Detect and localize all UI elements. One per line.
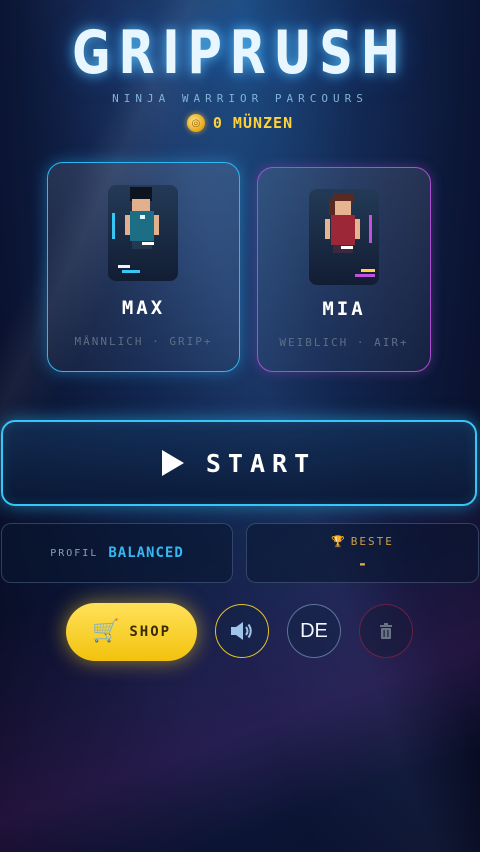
best-score-panel: 🏆 BESTE - xyxy=(246,523,479,583)
ninja-female-sprite xyxy=(325,193,375,277)
reset-button[interactable] xyxy=(359,604,413,658)
coin-count-label: 0 MÜNZEN xyxy=(212,114,294,132)
character-card-mia[interactable]: MIA WEIBLICH · AIR+ xyxy=(257,167,431,372)
trophy-icon: 🏆 xyxy=(331,535,345,548)
coin-icon: ◎ xyxy=(186,114,205,132)
trash-icon xyxy=(380,623,392,639)
shop-label: SHOP xyxy=(129,624,172,640)
sound-toggle-button[interactable] xyxy=(215,604,269,658)
speaker-icon xyxy=(231,622,252,640)
game-subtitle: NINJA WARRIOR PARCOURS xyxy=(112,92,368,105)
ninja-male-sprite xyxy=(112,187,159,273)
cart-icon: 🛒 xyxy=(91,619,120,644)
best-label: BESTE xyxy=(350,535,394,548)
character-avatar-max xyxy=(108,185,178,281)
coin-counter: ◎ 0 MÜNZEN xyxy=(0,114,480,132)
best-value: - xyxy=(357,554,368,573)
language-button[interactable]: DE xyxy=(287,604,341,658)
profile-selector[interactable]: PROFIL BALANCED xyxy=(1,523,233,583)
shop-button[interactable]: 🛒 SHOP xyxy=(66,603,197,661)
play-icon xyxy=(161,450,184,476)
character-trait-mia: WEIBLICH · AIR+ xyxy=(279,336,409,349)
character-name-mia: MIA xyxy=(322,298,366,320)
character-card-max[interactable]: MAX MÄNNLICH · GRIP+ xyxy=(47,162,240,372)
character-avatar-mia xyxy=(309,189,379,285)
profile-label: PROFIL xyxy=(50,547,99,559)
character-name-max: MAX xyxy=(121,297,166,319)
start-label: START xyxy=(205,448,317,478)
start-button[interactable]: START xyxy=(1,420,477,506)
profile-value: BALANCED xyxy=(108,545,184,561)
game-title: GRIPRUSH xyxy=(72,18,408,88)
character-trait-max: MÄNNLICH · GRIP+ xyxy=(74,335,213,348)
language-label: DE xyxy=(300,619,328,642)
